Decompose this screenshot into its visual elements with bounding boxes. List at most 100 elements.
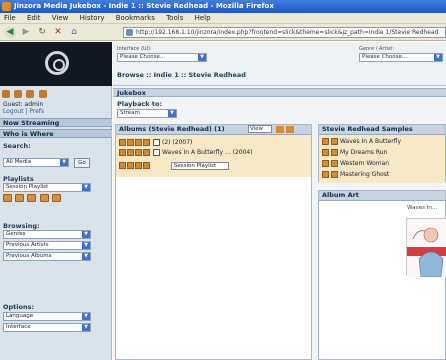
search-scope-select[interactable]: All Media ▼ [3, 158, 69, 167]
home-tool-icon[interactable] [2, 90, 10, 98]
album-actions-row: Session Playlist [119, 161, 229, 170]
chevron-down-icon: ▼ [82, 231, 90, 238]
play-icon[interactable] [3, 194, 12, 202]
home-icon[interactable]: ⌂ [68, 27, 80, 38]
edit-icon[interactable] [27, 194, 37, 202]
play-icon[interactable] [322, 149, 329, 156]
album-checkbox[interactable] [153, 139, 160, 146]
top-bar: Interface (UI): Please Choose... ▼ Genre… [113, 42, 446, 86]
back-icon[interactable]: ◀ [4, 27, 16, 38]
new-icon[interactable] [39, 194, 49, 202]
album-title[interactable]: Waves In A Butterfly ... (2004) [162, 149, 253, 156]
user-links[interactable]: Logout | Prefs [3, 108, 44, 115]
play-icon[interactable] [119, 149, 126, 156]
playlist-select[interactable]: Session Playlist ▼ [3, 183, 91, 192]
albums-panel-title: Albums (Stevie Redhead) (1) [119, 125, 225, 133]
track-title[interactable]: My Dreams Run [340, 149, 387, 156]
download-selected-icon[interactable] [143, 162, 150, 169]
playback-select[interactable]: Stream ▼ [117, 109, 177, 118]
add-selected-icon[interactable] [135, 162, 142, 169]
forward-icon[interactable]: ▶ [20, 27, 32, 38]
browse-albums-select[interactable]: Previous Albums ▼ [3, 252, 91, 261]
language-select[interactable]: Language ▼ [3, 312, 91, 321]
firefox-icon [2, 2, 11, 11]
interface-option-select[interactable]: Interface ▼ [3, 323, 91, 332]
reload-icon[interactable]: ↻ [36, 27, 48, 38]
album-cover-art [407, 219, 446, 278]
download-icon[interactable] [331, 149, 338, 156]
download-icon[interactable] [331, 138, 338, 145]
view-prev-icon[interactable] [276, 126, 284, 133]
menu-history[interactable]: History [80, 14, 105, 22]
chevron-down-icon: ▼ [60, 159, 68, 166]
help-tool-icon[interactable] [26, 90, 35, 98]
browse-genres-select[interactable]: Genres ▼ [3, 230, 91, 239]
genre-artist-select[interactable]: Please Choose... ▼ [359, 53, 443, 62]
menu-file[interactable]: File [4, 14, 16, 22]
track-row[interactable]: Waves In A Butterfly [322, 137, 437, 146]
window-titlebar: Jinzora Media Jukebox - Indie 1 :: Stevi… [0, 0, 446, 13]
album-art-caption: Waves In... [407, 205, 438, 211]
jinzora-logo [45, 51, 69, 75]
play-selected-icon[interactable] [119, 162, 126, 169]
search-scope-value: All Media [6, 159, 32, 165]
add-icon[interactable] [135, 139, 142, 146]
track-title[interactable]: Mastering Ghost [340, 171, 389, 178]
search-go-button[interactable]: Go [74, 158, 90, 168]
playlist-value: Session Playlist [6, 184, 49, 190]
track-row[interactable]: Mastering Ghost [322, 170, 437, 179]
play-icon[interactable] [322, 138, 329, 145]
view-select[interactable]: View [248, 125, 272, 133]
track-title[interactable]: Waves In A Butterfly [340, 138, 401, 145]
menu-help[interactable]: Help [195, 14, 211, 22]
chevron-down-icon: ▼ [82, 253, 90, 260]
menu-view[interactable]: View [52, 14, 69, 22]
interface-select[interactable]: Please Choose... ▼ [117, 53, 207, 62]
who-is-where-header[interactable]: Who is Where [0, 129, 112, 138]
track-title[interactable]: Western Woman [340, 160, 389, 167]
playback-value: Stream [120, 110, 140, 116]
stop-icon[interactable]: ✕ [52, 27, 64, 38]
album-row[interactable]: (2) (2007) [119, 138, 192, 147]
logout-tool-icon[interactable] [38, 90, 47, 98]
track-row[interactable]: Western Woman [322, 159, 437, 168]
download-icon[interactable] [331, 171, 338, 178]
track-row[interactable]: My Dreams Run [322, 148, 437, 157]
random-icon[interactable] [127, 139, 134, 146]
main-content: Interface (UI): Please Choose... ▼ Genre… [113, 42, 446, 360]
download-icon[interactable] [331, 160, 338, 167]
menu-edit[interactable]: Edit [27, 14, 41, 22]
delete-icon[interactable] [51, 194, 61, 202]
album-playlist-select[interactable]: Session Playlist [170, 161, 229, 170]
playback-label: Playback to: [117, 100, 163, 108]
shuffle-icon[interactable] [15, 194, 25, 202]
jinzora-logo-box [0, 42, 112, 86]
download-icon[interactable] [143, 139, 150, 146]
breadcrumb[interactable]: Browse :: Indie 1 :: Stevie Redhead [117, 71, 246, 79]
album-row[interactable]: Waves In A Butterfly ... (2004) [119, 148, 253, 157]
now-streaming-header[interactable]: Now Streaming [0, 118, 112, 127]
browse-artists-select[interactable]: Previous Artists ▼ [3, 241, 91, 250]
album-checkbox[interactable] [153, 149, 160, 156]
add-icon[interactable] [135, 149, 142, 156]
play-icon[interactable] [119, 139, 126, 146]
prefs-tool-icon[interactable] [14, 90, 23, 98]
download-icon[interactable] [143, 149, 150, 156]
album-cover-image[interactable] [406, 218, 446, 278]
albums-list: (2) (2007) Waves In A Butterfly ... (200… [116, 135, 311, 177]
random-icon[interactable] [127, 149, 134, 156]
play-icon[interactable] [322, 171, 329, 178]
random-selected-icon[interactable] [127, 162, 134, 169]
play-icon[interactable] [322, 160, 329, 167]
albums-panel: Albums (Stevie Redhead) (1) View (2) (20… [115, 124, 312, 360]
album-title[interactable]: (2) (2007) [162, 139, 192, 146]
playlist-controls [3, 194, 62, 204]
menu-bar: File Edit View History Bookmarks Tools H… [0, 13, 446, 24]
menu-bookmarks[interactable]: Bookmarks [116, 14, 155, 22]
view-next-icon[interactable] [286, 126, 294, 133]
chevron-down-icon: ▼ [434, 54, 442, 61]
address-bar[interactable]: http://192.168.1.10/jinzora/index.php?fr… [123, 27, 446, 38]
menu-tools[interactable]: Tools [166, 14, 183, 22]
genre-artist-label: Genre / Artist: [359, 46, 395, 52]
album-art-panel: Album Art Waves In... [318, 190, 446, 360]
